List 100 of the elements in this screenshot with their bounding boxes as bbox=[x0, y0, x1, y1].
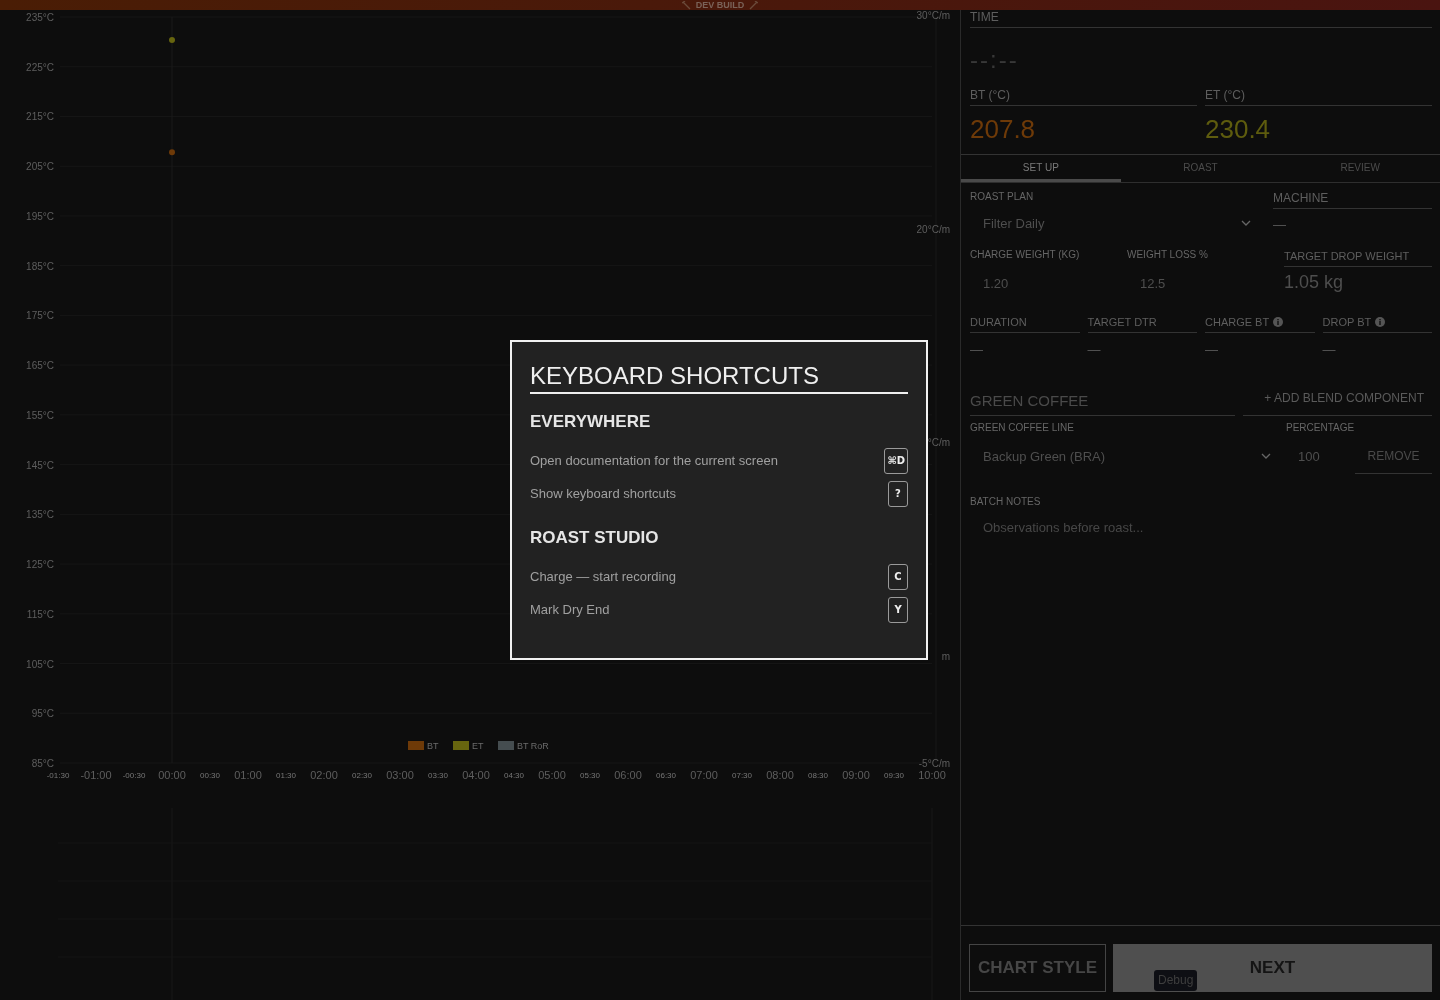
field-label: DROP BT bbox=[1322, 315, 1372, 329]
field-value: — bbox=[1273, 216, 1287, 234]
field-label: WEIGHT LOSS % bbox=[1127, 249, 1209, 261]
axis-label: 95°C bbox=[31, 708, 54, 720]
axis-label: 215°C bbox=[26, 111, 54, 123]
roast-plan-dropdown[interactable]: Filter Daily bbox=[970, 203, 1265, 243]
field-label: GREEN COFFEE LINE bbox=[970, 422, 1075, 434]
axis-label: 235°C bbox=[26, 12, 54, 23]
axis-label: 02:00 bbox=[310, 769, 338, 781]
axis-label: 09:30 bbox=[884, 770, 904, 780]
temperature-readout: 230.4 bbox=[1205, 114, 1272, 144]
axis-label: -00:30 bbox=[122, 770, 146, 780]
key-cap: C bbox=[888, 563, 908, 590]
chart-style-button[interactable]: CHART STYLE bbox=[969, 944, 1106, 992]
field-label: CHARGE BT bbox=[1205, 315, 1270, 329]
shortcut-description: Mark Dry End bbox=[530, 602, 610, 617]
tool-icon bbox=[681, 0, 692, 10]
axis-label: 225°C bbox=[26, 61, 54, 73]
tool-icon bbox=[748, 0, 759, 10]
axis-label: 09:00 bbox=[842, 769, 870, 781]
info-icon[interactable] bbox=[1273, 317, 1284, 327]
temperature-readout: 207.8 bbox=[970, 114, 1037, 144]
legend-label: BT bbox=[427, 741, 439, 751]
axis-label: 05:00 bbox=[538, 769, 566, 781]
field-label: BATCH NOTES bbox=[970, 496, 1042, 508]
section-title: GREEN COFFEE bbox=[970, 388, 1235, 416]
shortcut-description: Open documentation for the current screen bbox=[530, 453, 778, 468]
axis-label: 03:30 bbox=[428, 770, 448, 780]
field-label: PERCENTAGE bbox=[1286, 422, 1355, 434]
key-cap: ? bbox=[888, 480, 908, 507]
axis-label: -5°C/m bbox=[918, 758, 950, 769]
field-label: ROAST PLAN bbox=[970, 191, 1035, 203]
field-value: — bbox=[1322, 341, 1337, 359]
percentage-field[interactable]: 100 bbox=[1285, 434, 1355, 478]
axis-label: 30°C/m bbox=[916, 10, 950, 21]
field-value: — bbox=[970, 341, 984, 359]
axis-label: 175°C bbox=[26, 310, 54, 322]
coffee-line-dropdown[interactable]: Backup Green (BRA) bbox=[970, 436, 1285, 476]
axis-label: 06:30 bbox=[656, 770, 676, 780]
axis-label: 02:30 bbox=[352, 770, 372, 780]
section-heading: ROAST STUDIO bbox=[530, 528, 660, 548]
field-label: TIME bbox=[970, 10, 1432, 28]
key-cap: Y bbox=[888, 596, 908, 623]
input-field[interactable]: 1.20 bbox=[970, 261, 1127, 305]
axis-label: 20°C/m bbox=[916, 223, 950, 235]
axis-label: -01:00 bbox=[80, 769, 112, 781]
info-icon[interactable] bbox=[1375, 317, 1386, 327]
legend-label: BT RoR bbox=[517, 741, 549, 751]
shortcut-description: Charge — start recording bbox=[530, 569, 676, 584]
input-field[interactable]: 12.5 bbox=[1127, 261, 1284, 305]
axis-label: 185°C bbox=[26, 260, 54, 272]
axis-label: 00:00 bbox=[158, 769, 186, 781]
field-value: — bbox=[1205, 341, 1219, 359]
axis-label: m bbox=[941, 651, 950, 663]
axis-label: 05:30 bbox=[580, 770, 600, 780]
axis-label: 115°C bbox=[26, 608, 54, 620]
batch-notes-field[interactable]: Observations before roast... bbox=[970, 508, 1432, 548]
field-label: BT (°C) bbox=[970, 88, 1197, 106]
axis-label: 205°C bbox=[26, 161, 54, 173]
field-value: — bbox=[1087, 341, 1102, 359]
axis-label: 105°C bbox=[26, 658, 54, 670]
axis-label: 07:30 bbox=[732, 770, 752, 780]
axis-label: 125°C bbox=[26, 559, 54, 571]
dialog-title: KEYBOARD SHORTCUTS bbox=[530, 362, 908, 394]
shortcut-description: Show keyboard shortcuts bbox=[530, 486, 676, 501]
axis-label: 04:30 bbox=[504, 770, 524, 780]
chevron-down-icon bbox=[1241, 220, 1251, 226]
tab[interactable]: REVIEW bbox=[1280, 155, 1440, 182]
axis-label: 145°C bbox=[26, 459, 54, 471]
axis-label: 01:00 bbox=[234, 769, 262, 781]
time-readout: --:-- bbox=[969, 45, 1020, 75]
axis-label: 135°C bbox=[26, 509, 54, 521]
field-label: DURATION bbox=[970, 315, 1027, 329]
field-label: CHARGE WEIGHT (KG) bbox=[970, 249, 1081, 261]
field-label: TARGET DTR bbox=[1087, 315, 1157, 329]
axis-label: 155°C bbox=[26, 409, 54, 421]
field-label: MACHINE bbox=[1273, 191, 1432, 209]
axis-label: 04:00 bbox=[462, 769, 490, 781]
dev-build-label: DEV BUILD bbox=[695, 0, 745, 10]
add-blend-button[interactable]: + ADD BLEND COMPONENT bbox=[1243, 388, 1432, 416]
axis-label: 85°C bbox=[31, 758, 54, 769]
axis-label: 08:00 bbox=[766, 769, 794, 781]
field-label: ET (°C) bbox=[1205, 88, 1432, 106]
key-cap: ⌘D bbox=[884, 447, 908, 474]
tab[interactable]: SET UP bbox=[961, 155, 1121, 182]
axis-label: 06:00 bbox=[614, 769, 642, 781]
axis-label: 07:00 bbox=[690, 769, 718, 781]
legend-label: ET bbox=[472, 741, 484, 751]
field-label: TARGET DROP WEIGHT bbox=[1284, 249, 1432, 267]
axis-label: 00:30 bbox=[200, 770, 220, 780]
axis-label: -01:30 bbox=[46, 770, 70, 780]
axis-label: 08:30 bbox=[808, 770, 828, 780]
remove-button[interactable]: REMOVE bbox=[1355, 438, 1432, 474]
axis-label: 165°C bbox=[26, 360, 54, 372]
tab[interactable]: ROAST bbox=[1120, 155, 1281, 182]
axis-label: °C/m bbox=[927, 437, 950, 449]
axis-label: 10:00 bbox=[918, 769, 946, 781]
chevron-down-icon bbox=[1261, 453, 1271, 459]
axis-label: 01:30 bbox=[276, 770, 296, 780]
axis-label: 195°C bbox=[26, 210, 54, 222]
